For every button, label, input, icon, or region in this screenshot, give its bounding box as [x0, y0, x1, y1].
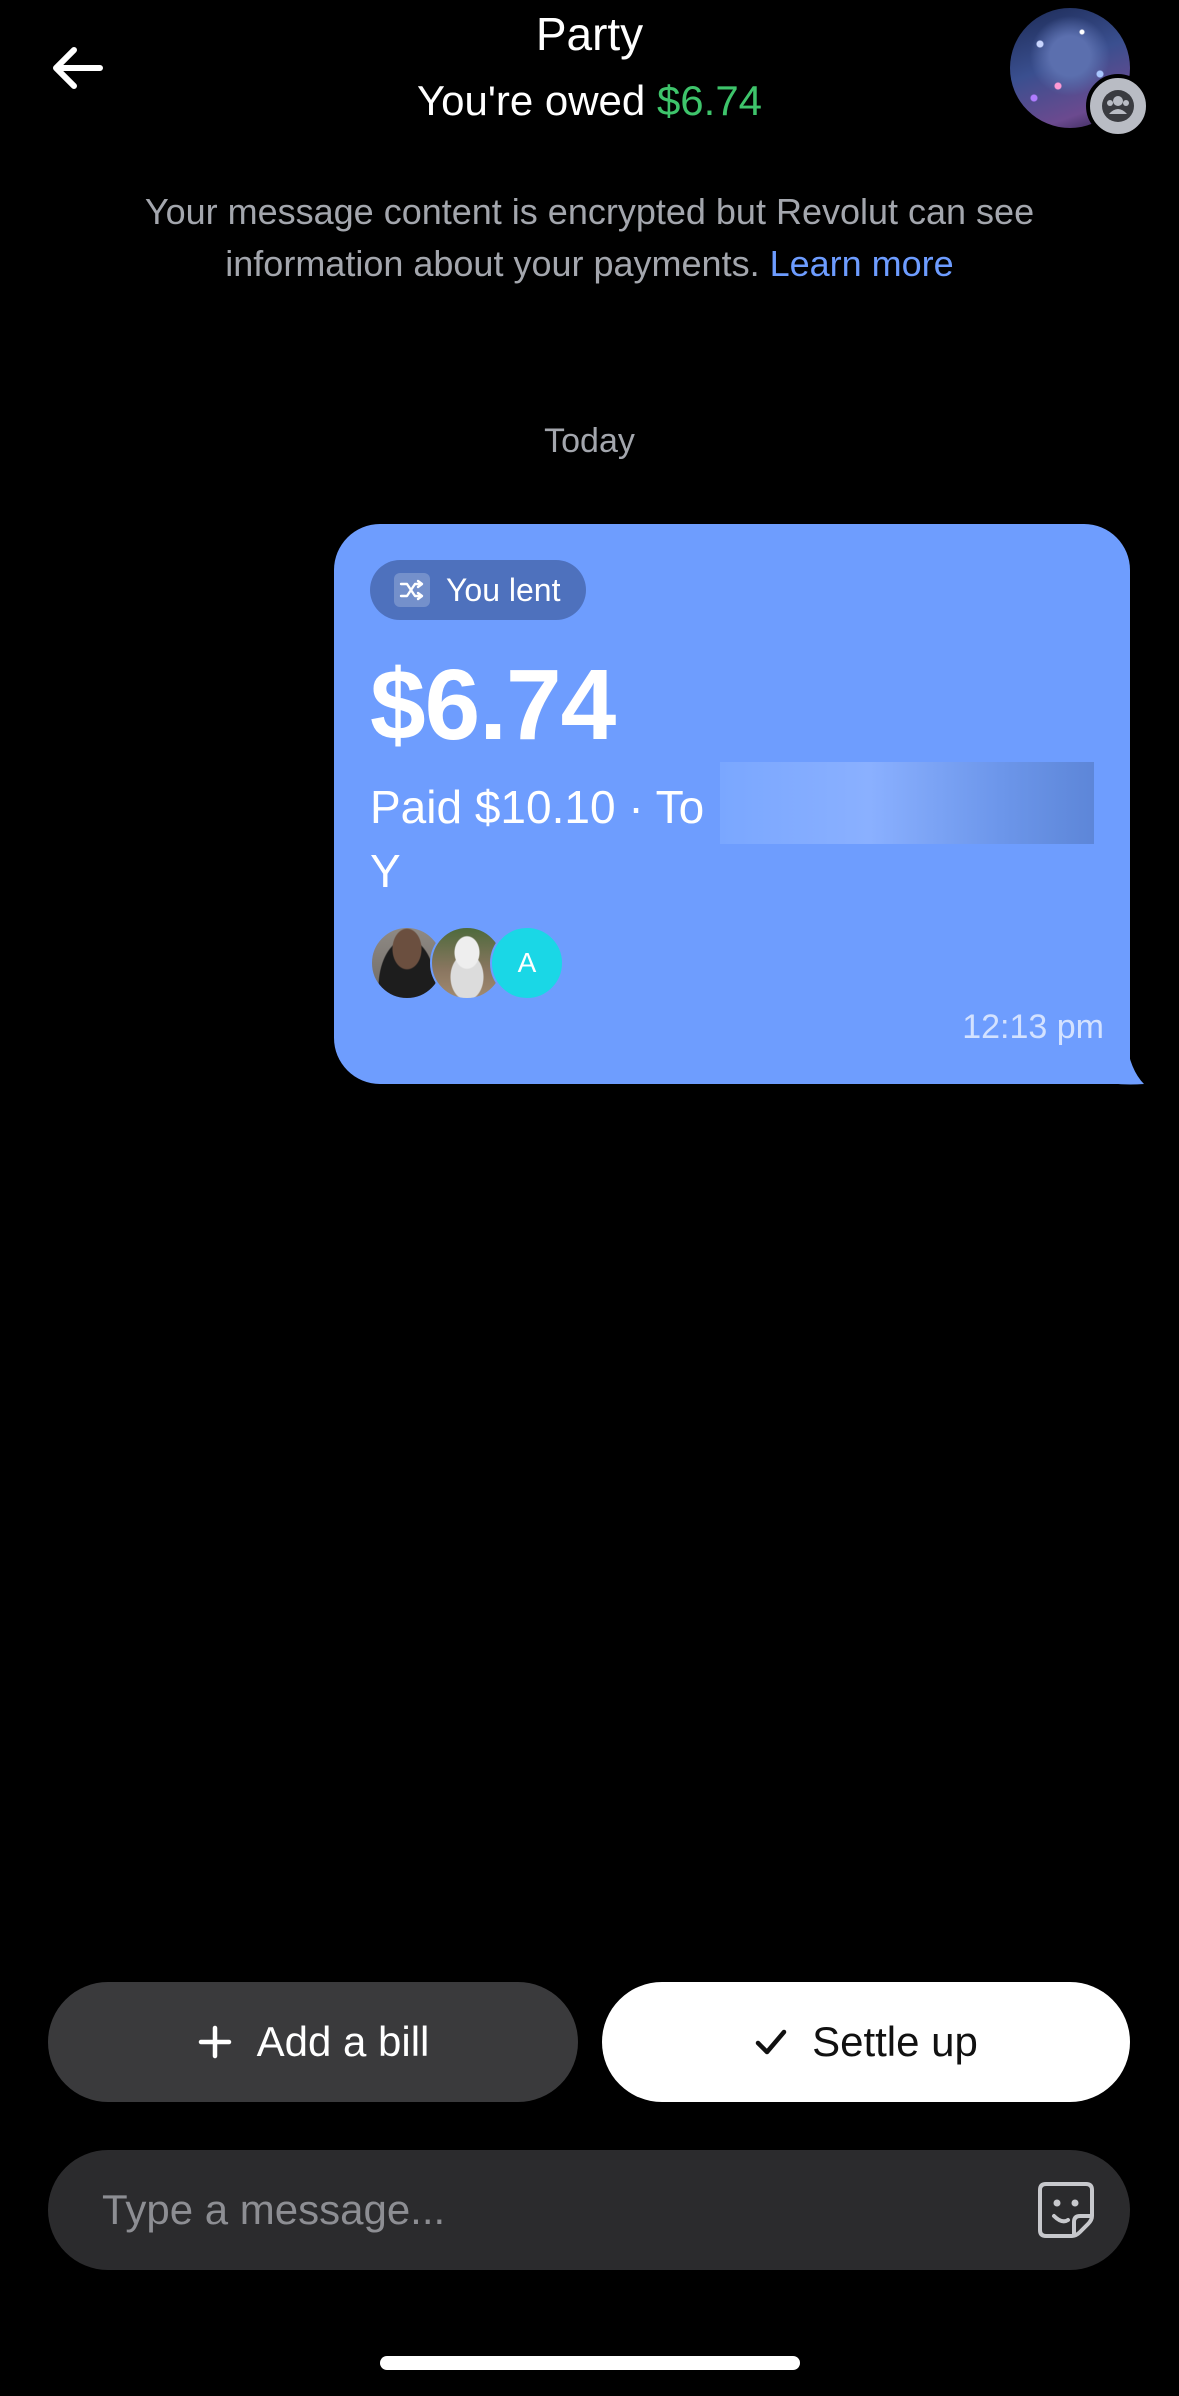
message-input[interactable] — [102, 2150, 1002, 2270]
day-separator: Today — [544, 422, 635, 460]
encryption-notice: Your message content is encrypted but Re… — [80, 186, 1099, 290]
add-bill-label: Add a bill — [256, 2018, 430, 2065]
people-icon — [1102, 90, 1134, 122]
payment-message-bubble[interactable]: You lent $6.74 Paid $10.10 · To Y A 12:1… — [334, 524, 1130, 1084]
plus-icon — [198, 2025, 231, 2059]
checkmark-icon — [755, 2029, 787, 2055]
participants-avatars: A — [370, 926, 570, 1000]
home-indicator[interactable] — [380, 2356, 800, 2370]
redacted-recipient — [720, 762, 1094, 844]
owed-amount: $6.74 — [656, 77, 763, 124]
paid-details-continued: Y — [370, 845, 401, 897]
add-bill-button[interactable]: Add a bill — [48, 1982, 578, 2102]
participant-avatar-initial: A — [490, 926, 564, 1000]
chat-title: Party — [535, 8, 644, 60]
learn-more-link[interactable]: Learn more — [770, 243, 954, 284]
lent-amount: $6.74 — [370, 649, 616, 761]
message-composer — [48, 2150, 1130, 2270]
owed-label: You're owed — [416, 77, 646, 124]
bubble-tail — [1096, 1040, 1144, 1085]
lent-tag: You lent — [370, 560, 587, 620]
settle-up-button[interactable]: Settle up — [602, 1982, 1130, 2102]
shuffle-icon — [394, 573, 430, 607]
lent-tag-label: You lent — [446, 571, 561, 608]
sticker-icon[interactable] — [1036, 2180, 1096, 2240]
paid-details: Paid $10.10 · To — [370, 781, 705, 833]
group-badge — [1086, 74, 1150, 138]
owed-summary: You're owed $6.74 — [0, 74, 1179, 128]
message-timestamp: 12:13 pm — [962, 1008, 1104, 1046]
settle-up-label: Settle up — [812, 2018, 978, 2065]
